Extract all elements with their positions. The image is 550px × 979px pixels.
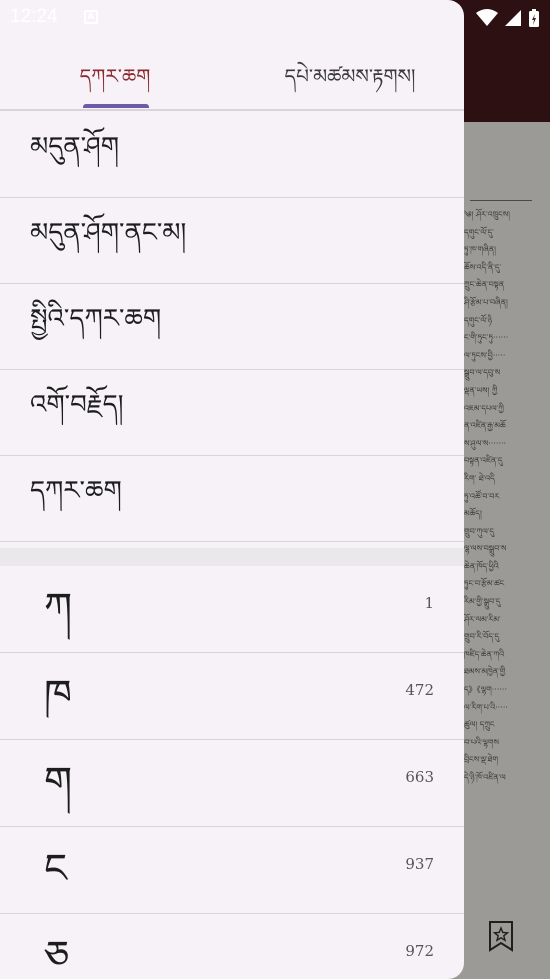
index-page-number: 1 xyxy=(424,594,434,612)
tab-bookmarks[interactable]: དཔེ་མཚམས་རྟགས། xyxy=(270,54,430,98)
menu-item-introduction[interactable]: འགོ་བརྗོད། xyxy=(0,370,464,456)
wifi-icon xyxy=(476,9,498,31)
index-page-number: 937 xyxy=(405,855,434,873)
drawer-tabs: དཀར་ཆག དཔེ་མཚམས་རྟགས། xyxy=(0,44,464,110)
signal-icon xyxy=(504,9,522,31)
tab-contents[interactable]: དཀར་ཆག xyxy=(40,54,190,98)
battery-icon xyxy=(528,8,540,32)
menu-item-front-cover[interactable]: མདུན་ཤོག xyxy=(0,111,464,198)
navigation-drawer: དཀར་ཆག དཔེ་མཚམས་རྟགས། མདུན་ཤོག མདུན་ཤོག་… xyxy=(0,0,464,979)
index-item[interactable]: ང 937 xyxy=(0,827,464,914)
index-letter: ག xyxy=(44,759,73,805)
index-item[interactable]: ཀ 1 xyxy=(0,566,464,653)
index-page-number: 972 xyxy=(405,942,434,960)
status-bar: 12:24 A xyxy=(0,0,550,36)
alphabet-index: ཀ 1 ཁ 472 ག 663 ང 937 ཅ 972 xyxy=(0,566,464,979)
section-divider xyxy=(0,548,464,566)
menu-item-contents[interactable]: དཀར་ཆག xyxy=(0,456,464,542)
index-item[interactable]: ཅ 972 xyxy=(0,914,464,979)
status-time: 12:24 xyxy=(10,6,58,27)
active-tab-indicator xyxy=(83,104,149,108)
menu-item-inner-cover[interactable]: མདུན་ཤོག་ནང་མ། xyxy=(0,198,464,284)
notification-a-icon: A xyxy=(84,10,98,24)
index-letter: ང xyxy=(44,846,68,892)
index-letter: ཁ xyxy=(44,672,72,718)
index-letter: ཀ xyxy=(44,585,73,631)
index-item[interactable]: ག 663 xyxy=(0,740,464,827)
index-page-number: 472 xyxy=(405,681,434,699)
index-item[interactable]: ཁ 472 xyxy=(0,653,464,740)
contents-menu: མདུན་ཤོག མདུན་ཤོག་ནང་མ། སྤྱིའི་དཀར་ཆག འག… xyxy=(0,111,464,542)
index-letter: ཅ xyxy=(44,933,70,979)
menu-item-general-contents[interactable]: སྤྱིའི་དཀར་ཆག xyxy=(0,284,464,370)
index-page-number: 663 xyxy=(405,768,434,786)
